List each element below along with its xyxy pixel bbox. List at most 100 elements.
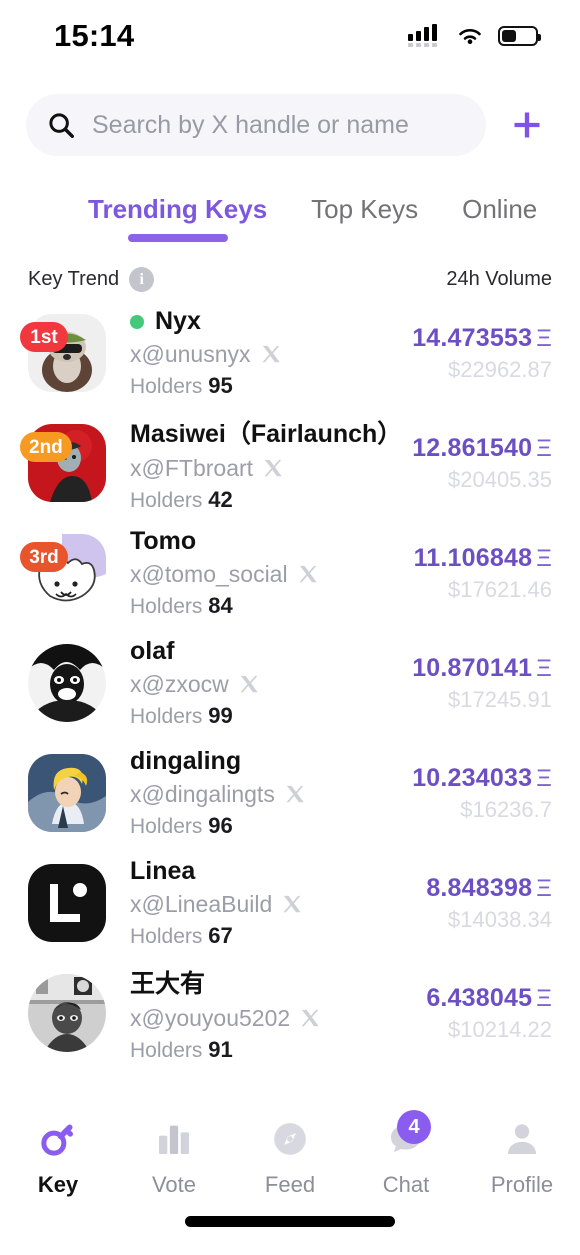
key-list[interactable]: 1st Nyx x@unusnyx Holders 95 14.473553 Ξ … — [0, 298, 580, 1058]
holders-label: Holders — [130, 488, 203, 512]
column-headers: Key Trend i 24h Volume — [0, 267, 580, 292]
tab-trending-keys[interactable]: Trending Keys — [88, 194, 267, 245]
key-holders: Holders 95 — [130, 373, 402, 399]
key-handle: x@FTbroart — [130, 454, 254, 481]
key-handle-row: x@youyou5202 — [130, 1005, 416, 1032]
avatar-wrapper[interactable]: 2nd — [20, 424, 106, 502]
key-name: Masiwei（Fairlaunch） — [130, 419, 403, 448]
key-list-row[interactable]: 2nd Masiwei（Fairlaunch） x@FTbroart Holde… — [0, 408, 580, 518]
avatar-wrapper[interactable] — [28, 644, 106, 722]
eth-amount: 14.473553 — [412, 323, 533, 352]
key-info: Nyx x@unusnyx Holders 95 — [106, 307, 402, 399]
search-input[interactable]: Search by X handle or name — [26, 94, 486, 156]
status-bar-indicators — [408, 24, 541, 48]
nav-item-feed[interactable]: Feed — [232, 1116, 348, 1198]
tab-top-keys[interactable]: Top Keys — [311, 194, 418, 245]
key-name: 王大有 — [130, 969, 206, 998]
add-key-button[interactable] — [500, 98, 554, 152]
eth-amount: 10.870141 — [412, 653, 533, 682]
holders-label: Holders — [130, 595, 203, 618]
battery-icon — [498, 26, 541, 46]
key-volume-eth: 10.870141 Ξ — [412, 654, 552, 683]
info-icon[interactable]: i — [129, 267, 155, 292]
nav-item-profile[interactable]: Profile — [464, 1116, 580, 1198]
avatar-wrapper[interactable]: 1st — [20, 314, 106, 392]
avatar-wrapper[interactable] — [28, 974, 106, 1052]
key-volume-usd: $17245.91 — [448, 686, 552, 712]
key-info: 王大有 x@youyou5202 Holders 91 — [106, 964, 416, 1058]
nav-item-key[interactable]: Key — [0, 1116, 116, 1198]
key-list-row[interactable]: dingaling x@dingalingts Holders 96 10.23… — [0, 738, 580, 848]
x-logo-icon — [299, 565, 317, 583]
search-placeholder: Search by X handle or name — [92, 110, 409, 139]
key-list-row[interactable]: 1st Nyx x@unusnyx Holders 95 14.473553 Ξ … — [0, 298, 580, 408]
key-handle-row: x@dingalingts — [130, 781, 402, 808]
key-handle: x@dingalingts — [130, 781, 275, 807]
holders-count: 95 — [208, 373, 233, 398]
key-volume: 8.848398 Ξ $14038.34 — [416, 874, 552, 933]
key-icon — [41, 1124, 74, 1156]
column-header-key-trend: Key Trend — [28, 268, 120, 290]
key-info: dingaling x@dingalingts Holders 96 — [106, 747, 402, 839]
holders-count: 99 — [208, 703, 233, 728]
key-info: Linea x@LineaBuild Holders 67 — [106, 857, 416, 949]
key-volume: 6.438045 Ξ $10214.22 — [416, 984, 552, 1043]
key-volume-usd: $16236.7 — [460, 796, 552, 822]
nav-item-chat[interactable]: 4 Chat — [348, 1110, 464, 1198]
tab-online[interactable]: Online — [462, 194, 537, 245]
key-holders: Holders 42 — [130, 487, 402, 513]
tab-label: Trending Keys — [88, 194, 268, 224]
key-volume-eth: 14.473553 Ξ — [412, 324, 552, 353]
key-volume-eth: 10.234033 Ξ — [412, 764, 552, 793]
plus-icon — [514, 112, 540, 138]
holders-label: Holders — [130, 815, 203, 838]
search-icon — [49, 113, 74, 138]
app-screen: 15:14 Search by X handle or name Trendin… — [0, 0, 580, 1255]
key-holders: Holders 67 — [130, 923, 416, 949]
key-list-row[interactable]: 3rd Tomo x@tomo_social Holders 84 11.106… — [0, 518, 580, 628]
linea-logo-avatar — [28, 864, 106, 942]
tab-active-indicator — [127, 234, 228, 242]
key-volume-eth: 11.106848 Ξ — [414, 544, 552, 573]
key-info: Tomo x@tomo_social Holders 84 — [106, 527, 404, 619]
status-bar-clock: 15:14 — [54, 18, 135, 53]
avatar-wrapper[interactable] — [28, 864, 106, 942]
key-name-row: Tomo — [130, 527, 404, 556]
key-name-row: olaf — [130, 637, 402, 666]
blonde-anime-avatar — [28, 754, 106, 832]
nav-item-label: Key — [37, 1172, 79, 1197]
holders-label: Holders — [130, 925, 203, 948]
key-name-row: dingaling — [130, 747, 402, 776]
eth-symbol: Ξ — [536, 324, 552, 352]
bar-chart-icon — [159, 1125, 189, 1154]
eth-symbol: Ξ — [536, 874, 552, 902]
nav-icon-wrapper — [267, 1116, 313, 1162]
holders-count: 96 — [208, 813, 233, 838]
avatar-wrapper[interactable] — [28, 754, 106, 832]
key-handle-row: x@FTbroart — [130, 455, 402, 482]
nav-item-vote[interactable]: Vote — [116, 1116, 232, 1198]
eth-symbol: Ξ — [536, 544, 552, 572]
x-logo-icon — [283, 895, 301, 913]
key-list-row[interactable]: 王大有 x@youyou5202 Holders 91 6.438045 Ξ $1… — [0, 958, 580, 1058]
key-handle-row: x@zxocw — [130, 671, 402, 698]
nav-item-label: Feed — [264, 1172, 316, 1197]
x-logo-icon — [264, 459, 282, 476]
eth-symbol: Ξ — [536, 984, 552, 1012]
key-name-row: Linea — [130, 857, 416, 886]
key-holders: Holders 84 — [130, 593, 404, 619]
compass-icon — [274, 1123, 306, 1155]
key-list-row[interactable]: olaf x@zxocw Holders 99 10.870141 Ξ $1724… — [0, 628, 580, 738]
key-handle-row: x@unusnyx — [130, 341, 402, 368]
key-volume-eth: 12.861540 Ξ — [412, 434, 552, 463]
avatar-wrapper[interactable]: 3rd — [20, 534, 106, 612]
holders-label: Holders — [130, 375, 203, 398]
key-list-row[interactable]: Linea x@LineaBuild Holders 67 8.848398 Ξ … — [0, 848, 580, 958]
holders-label: Holders — [130, 705, 203, 728]
key-holders: Holders 96 — [130, 813, 402, 839]
rank-badge: 1st — [20, 322, 68, 352]
bw-photo-avatar — [28, 974, 106, 1052]
eth-symbol: Ξ — [536, 654, 552, 682]
key-handle: x@unusnyx — [130, 341, 251, 367]
key-handle: x@tomo_social — [130, 561, 288, 587]
